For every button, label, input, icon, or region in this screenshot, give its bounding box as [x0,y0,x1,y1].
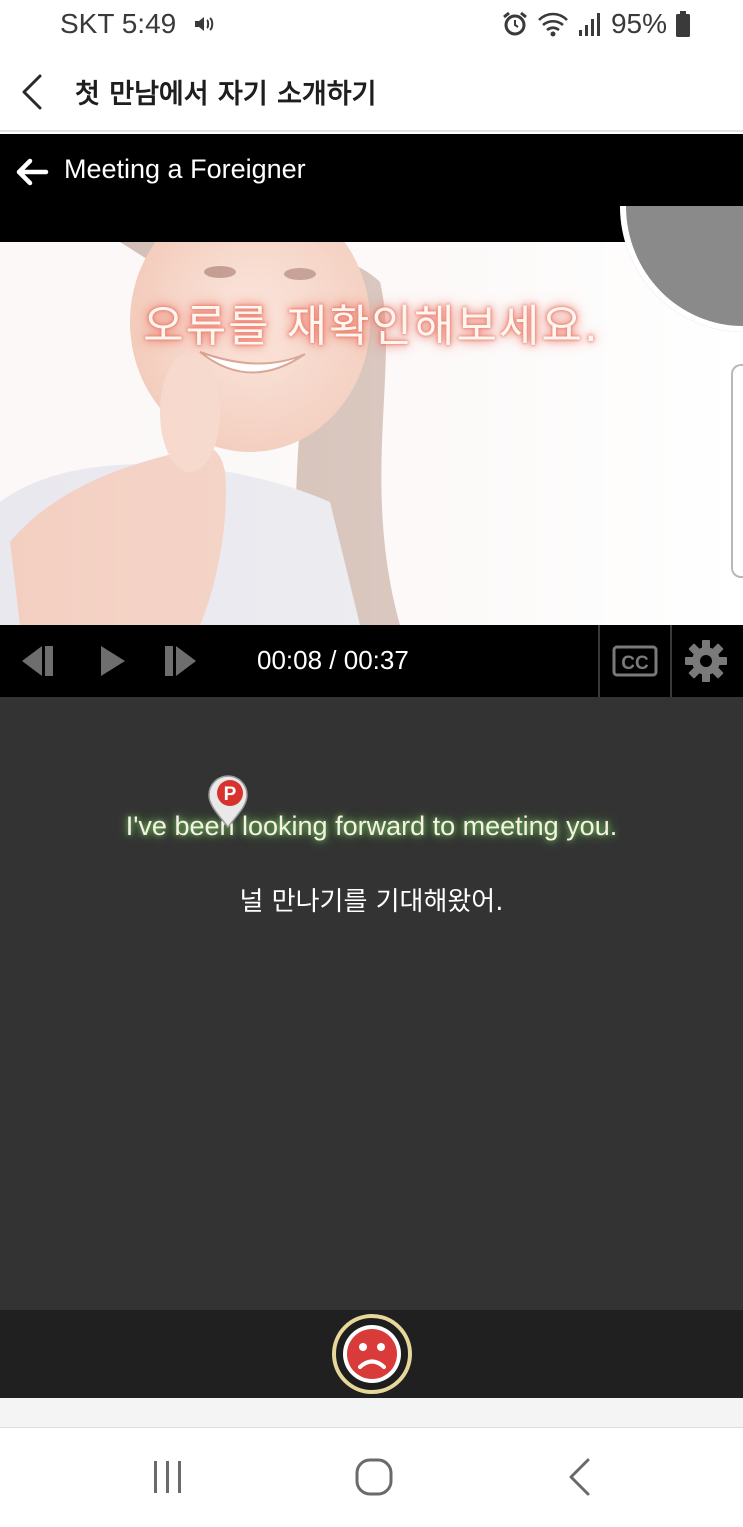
sad-face-button[interactable] [331,1313,413,1395]
recent-apps-icon[interactable] [148,1457,188,1497]
side-drawer-handle[interactable] [731,364,743,578]
feedback-bar [0,1310,743,1398]
alarm-icon [501,10,529,38]
gear-icon[interactable] [684,639,728,683]
video-controls: 00:08 / 00:37 CC [0,625,743,697]
signal-icon [577,10,603,38]
pronunciation-pin-icon[interactable]: P [205,775,251,829]
content-bottom-strip [0,1398,743,1428]
status-bar: SKT 5:49 95% [0,0,743,52]
korean-subtitle[interactable]: 널 만나기를 기대해왔어. [0,881,743,918]
previous-sentence-icon[interactable] [16,643,56,679]
corner-menu-tab[interactable] [620,206,743,332]
controls-divider [598,625,600,697]
arrow-back-icon[interactable] [14,154,50,190]
wifi-icon [537,10,569,38]
app-header: 첫 만남에서 자기 소개하기 [0,52,743,132]
cc-label: CC [621,653,649,674]
pin-label: P [224,784,237,805]
system-nav-bar [0,1429,743,1527]
battery-icon [675,10,691,38]
next-sentence-icon[interactable] [162,643,202,679]
time-display: 00:08 / 00:37 [257,645,409,675]
home-icon[interactable] [354,1457,394,1497]
controls-divider [670,625,672,697]
video-title: Meeting a Foreigner [64,154,306,184]
play-icon[interactable] [98,643,128,679]
english-subtitle[interactable]: I've been looking forward to meeting you… [0,811,743,842]
subtitle-panel: I've been looking forward to meeting you… [0,697,743,1310]
back-icon[interactable] [560,1457,600,1497]
volume-icon [192,12,216,36]
page-title: 첫 만남에서 자기 소개하기 [75,79,377,110]
battery-percent: 95% [610,8,667,39]
carrier-time: SKT 5:49 [60,8,177,39]
back-chevron-icon[interactable] [14,70,54,114]
status-right: 95% [501,8,691,40]
status-left: SKT 5:49 [60,8,216,40]
cc-icon[interactable]: CC [612,643,658,679]
